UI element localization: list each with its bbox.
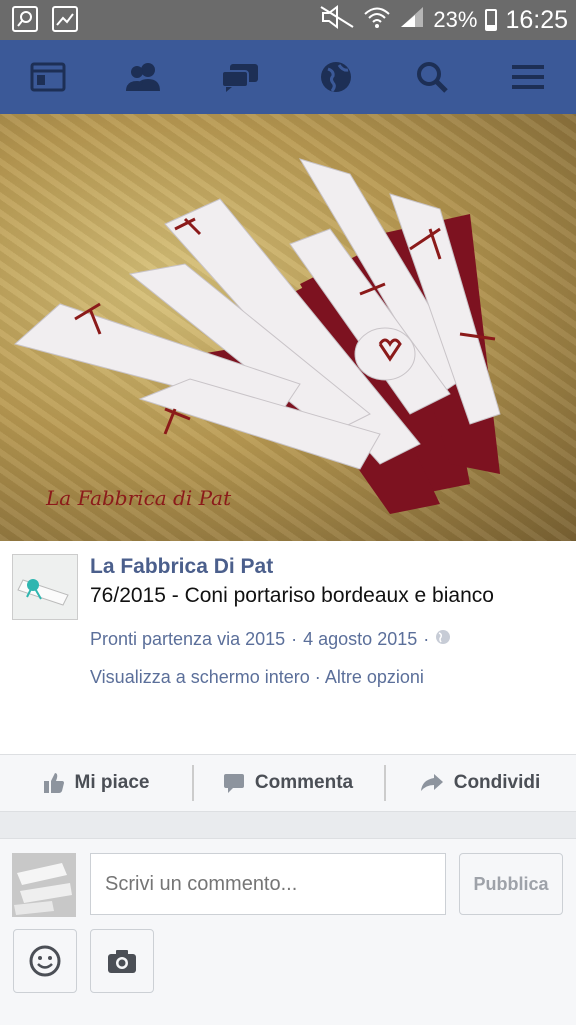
page-name-link[interactable]: La Fabbrica Di Pat	[90, 555, 273, 579]
share-arrow-icon	[420, 774, 443, 791]
meta-separator: ·	[423, 629, 430, 649]
thumbs-up-icon	[43, 773, 64, 793]
paper-cones-illustration	[13, 158, 501, 514]
comment-input[interactable]	[90, 853, 446, 915]
clock: 16:25	[505, 5, 568, 34]
post-meta: Pronti partenza via 2015 · 4 agosto 2015…	[90, 629, 451, 650]
search-icon	[417, 62, 448, 93]
image-notification-icon	[52, 6, 78, 32]
messages-tab[interactable]	[216, 53, 264, 101]
publish-button[interactable]: Pubblica	[459, 853, 563, 915]
comment-button[interactable]: Commenta	[192, 755, 384, 811]
battery-icon	[485, 9, 498, 31]
friends-tab[interactable]	[120, 53, 168, 101]
news-feed-icon	[30, 62, 66, 92]
signal-icon	[399, 5, 425, 35]
post-card: La Fabbrica Di Pat 76/2015 - Coni portar…	[0, 541, 576, 754]
more-options-link[interactable]: Altre opzioni	[325, 667, 424, 687]
comment-composer: Pubblica	[0, 838, 576, 1025]
post-date[interactable]: 4 agosto 2015	[303, 629, 417, 650]
options-separator: ·	[314, 667, 321, 687]
share-label: Condividi	[453, 772, 541, 793]
album-link[interactable]: Pronti partenza via 2015	[90, 629, 285, 650]
fullscreen-link[interactable]: Visualizza a schermo intero	[90, 667, 310, 687]
page-avatar[interactable]	[12, 554, 78, 620]
messages-icon	[221, 64, 258, 92]
news-feed-tab[interactable]	[24, 53, 72, 101]
menu-tab[interactable]	[504, 53, 552, 101]
comment-icon	[223, 774, 244, 793]
privacy-globe-icon	[435, 629, 451, 650]
notifications-tab[interactable]	[312, 53, 360, 101]
post-photo[interactable]: La Fabbrica di Pat	[0, 114, 576, 541]
smiley-icon	[29, 945, 61, 977]
friends-icon	[126, 63, 160, 91]
like-label: Mi piace	[74, 772, 150, 793]
wifi-icon	[363, 5, 391, 35]
comment-label: Commenta	[254, 772, 354, 793]
emoji-button[interactable]	[13, 929, 77, 993]
camera-icon	[108, 950, 136, 973]
post-caption: 76/2015 - Coni portariso bordeaux e bian…	[90, 584, 494, 607]
status-bar: 23% 16:25	[0, 0, 576, 40]
share-button[interactable]: Condividi	[384, 755, 576, 811]
user-avatar	[12, 853, 76, 917]
meta-separator: ·	[291, 629, 298, 649]
notifications-globe-icon	[321, 62, 351, 92]
mute-icon	[319, 5, 355, 35]
menu-icon	[512, 65, 544, 89]
battery-percent: 23%	[433, 7, 478, 32]
facebook-nav-bar	[0, 40, 576, 115]
search-notification-icon	[12, 6, 38, 32]
action-bar: Mi piace Commenta Condividi	[0, 754, 576, 812]
photo-attach-button[interactable]	[90, 929, 154, 993]
photo-options: Visualizza a schermo intero · Altre opzi…	[90, 667, 424, 688]
like-button[interactable]: Mi piace	[0, 755, 192, 811]
search-tab[interactable]	[408, 53, 456, 101]
photo-watermark: La Fabbrica di Pat	[46, 486, 232, 510]
